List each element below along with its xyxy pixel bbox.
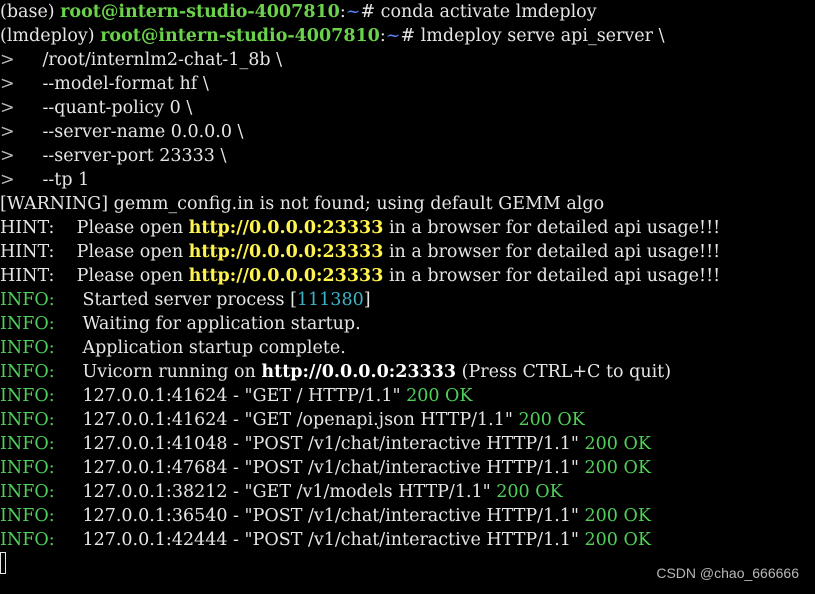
prompt-user-host: root@intern-studio-4007810	[60, 2, 340, 22]
hint-text: in a browser for detailed api usage!!!	[383, 218, 721, 238]
info-label: INFO:	[0, 362, 55, 382]
request-log-line: INFO: 127.0.0.1:41048 - "POST /v1/chat/i…	[0, 432, 815, 456]
request-log-line: INFO: 127.0.0.1:41624 - "GET /openapi.js…	[0, 408, 815, 432]
info-label: INFO:	[0, 506, 55, 526]
command-text: --tp 1	[14, 170, 90, 190]
continuation-marker: >	[0, 146, 15, 166]
client-address: 127.0.0.1:41048 -	[54, 434, 245, 454]
text-cursor	[0, 552, 6, 574]
command-text: --model-format hf \	[14, 74, 209, 94]
continuation-marker: >	[0, 98, 15, 118]
conda-env: (base)	[0, 2, 61, 22]
server-url-link[interactable]: http://0.0.0.0:23333	[189, 218, 384, 238]
client-address: 127.0.0.1:41624 -	[54, 410, 245, 430]
client-address: 127.0.0.1:36540 -	[54, 506, 245, 526]
http-request: "POST /v1/chat/interactive HTTP/1.1"	[244, 434, 579, 454]
info-line: INFO: Started server process [111380]	[0, 288, 815, 312]
info-label: INFO:	[0, 434, 55, 454]
command-text: --server-port 23333 \	[14, 146, 227, 166]
request-log-line: INFO: 127.0.0.1:42444 - "POST /v1/chat/i…	[0, 528, 815, 552]
conda-env: (lmdeploy)	[0, 26, 101, 46]
info-label: INFO:	[0, 410, 55, 430]
http-request: "POST /v1/chat/interactive HTTP/1.1"	[244, 458, 579, 478]
server-url-link[interactable]: http://0.0.0.0:23333	[189, 242, 384, 262]
terminal-line: (base) root@intern-studio-4007810:~# con…	[0, 0, 815, 24]
command-text: --server-name 0.0.0.0 \	[14, 122, 244, 142]
http-status: 200 OK	[578, 506, 651, 526]
terminal-line: (lmdeploy) root@intern-studio-4007810:~#…	[0, 24, 815, 48]
http-status: 200 OK	[512, 410, 585, 430]
request-log-line: INFO: 127.0.0.1:36540 - "POST /v1/chat/i…	[0, 504, 815, 528]
terminal-line: > --server-port 23333 \	[0, 144, 815, 168]
prompt-path: ~	[345, 2, 361, 22]
continuation-marker: >	[0, 170, 15, 190]
process-id: 111380	[296, 290, 364, 310]
http-status: 200 OK	[578, 530, 651, 550]
command-text: # conda activate lmdeploy	[360, 2, 597, 22]
info-label: INFO:	[0, 290, 55, 310]
warning-line: [WARNING] gemm_config.in is not found; u…	[0, 194, 605, 214]
continuation-marker: >	[0, 122, 15, 142]
terminal-line: > --model-format hf \	[0, 72, 815, 96]
terminal-line: > --quant-policy 0 \	[0, 96, 815, 120]
http-request: "GET /openapi.json HTTP/1.1"	[244, 410, 513, 430]
info-label: INFO:	[0, 530, 55, 550]
continuation-marker: >	[0, 50, 15, 70]
request-log-line: INFO: 127.0.0.1:38212 - "GET /v1/models …	[0, 480, 815, 504]
http-status: 200 OK	[578, 434, 651, 454]
prompt-path: ~	[385, 26, 401, 46]
info-text: Application startup complete.	[54, 338, 346, 358]
info-text-rest: (Press CTRL+C to quit)	[456, 362, 672, 382]
request-log-line: INFO: 127.0.0.1:47684 - "POST /v1/chat/i…	[0, 456, 815, 480]
info-line: INFO: Uvicorn running on http://0.0.0.0:…	[0, 360, 815, 384]
hint-line: HINT: Please open http://0.0.0.0:23333 i…	[0, 216, 815, 240]
info-label: INFO:	[0, 386, 55, 406]
info-text: Waiting for application startup.	[54, 314, 361, 334]
info-label: INFO:	[0, 314, 55, 334]
http-status: 200 OK	[400, 386, 473, 406]
terminal-window[interactable]: (base) root@intern-studio-4007810:~# con…	[0, 0, 815, 594]
watermark: CSDN @chao_666666	[656, 565, 799, 581]
hint-label: HINT: Please open	[0, 266, 189, 286]
command-text: # lmdeploy serve api_server \	[400, 26, 665, 46]
client-address: 127.0.0.1:41624 -	[54, 386, 245, 406]
hint-line: HINT: Please open http://0.0.0.0:23333 i…	[0, 240, 815, 264]
command-text: --quant-policy 0 \	[14, 98, 193, 118]
http-request: "GET / HTTP/1.1"	[244, 386, 401, 406]
http-request: "POST /v1/chat/interactive HTTP/1.1"	[244, 530, 579, 550]
info-text: Started server process [	[54, 290, 297, 310]
terminal-line: > --server-name 0.0.0.0 \	[0, 120, 815, 144]
http-request: "GET /v1/models HTTP/1.1"	[244, 482, 491, 502]
info-text-close: ]	[363, 290, 371, 310]
hint-text: in a browser for detailed api usage!!!	[383, 266, 721, 286]
hint-line: HINT: Please open http://0.0.0.0:23333 i…	[0, 264, 815, 288]
info-text: Uvicorn running on	[54, 362, 262, 382]
uvicorn-url[interactable]: http://0.0.0.0:23333	[261, 362, 456, 382]
info-label: INFO:	[0, 338, 55, 358]
prompt-user-host: root@intern-studio-4007810	[100, 26, 380, 46]
hint-text: in a browser for detailed api usage!!!	[383, 242, 721, 262]
hint-label: HINT: Please open	[0, 218, 189, 238]
client-address: 127.0.0.1:42444 -	[54, 530, 245, 550]
client-address: 127.0.0.1:38212 -	[54, 482, 245, 502]
info-line: INFO: Application startup complete.	[0, 336, 815, 360]
info-label: INFO:	[0, 458, 55, 478]
http-request: "POST /v1/chat/interactive HTTP/1.1"	[244, 506, 579, 526]
command-text: /root/internlm2-chat-1_8b \	[14, 50, 283, 70]
terminal-line: > --tp 1	[0, 168, 815, 192]
info-line: INFO: Waiting for application startup.	[0, 312, 815, 336]
http-status: 200 OK	[578, 458, 651, 478]
continuation-marker: >	[0, 74, 15, 94]
terminal-line: > /root/internlm2-chat-1_8b \	[0, 48, 815, 72]
server-url-link[interactable]: http://0.0.0.0:23333	[189, 266, 384, 286]
http-status: 200 OK	[490, 482, 563, 502]
info-label: INFO:	[0, 482, 55, 502]
request-log-line: INFO: 127.0.0.1:41624 - "GET / HTTP/1.1"…	[0, 384, 815, 408]
client-address: 127.0.0.1:47684 -	[54, 458, 245, 478]
hint-label: HINT: Please open	[0, 242, 189, 262]
